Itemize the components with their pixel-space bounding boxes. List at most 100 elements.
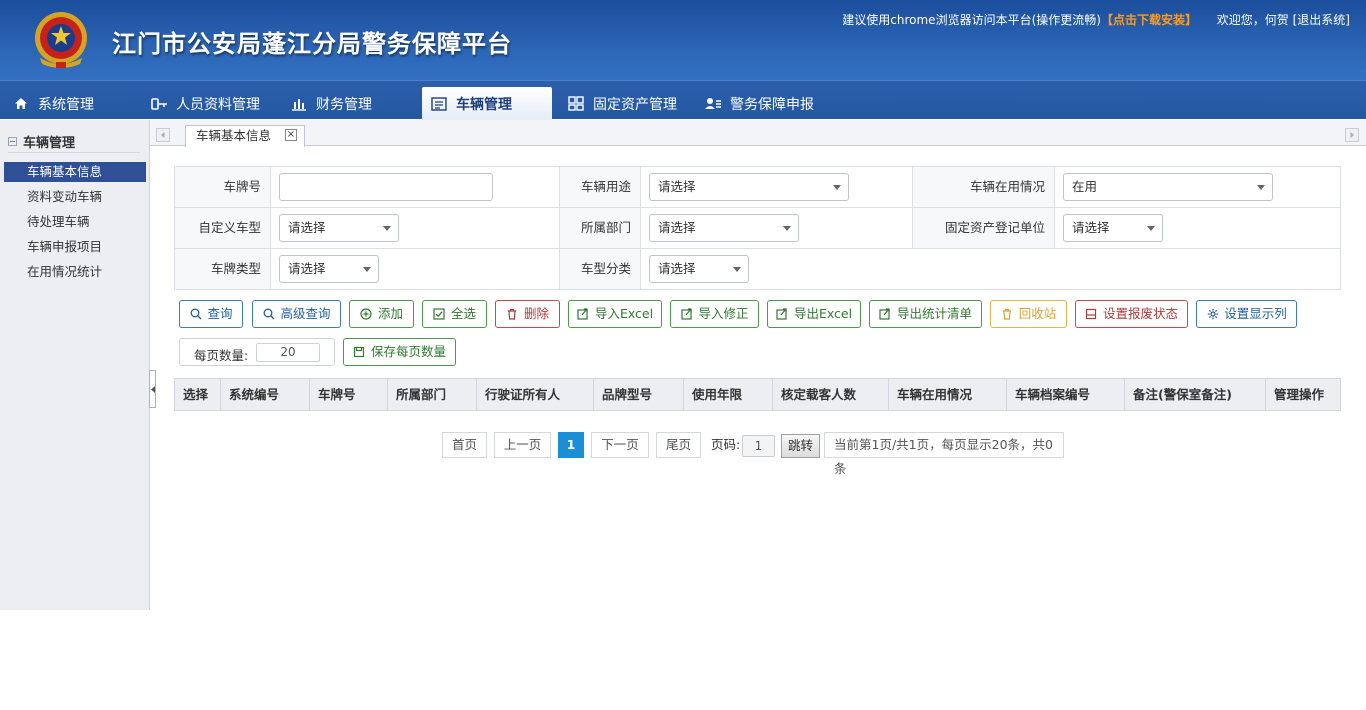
save-page-size-button[interactable]: 保存每页数量: [343, 338, 456, 366]
column-header[interactable]: 系统编号: [221, 379, 310, 410]
import-fix-button[interactable]: 导入修正: [670, 300, 759, 328]
column-header[interactable]: 核定载客人数: [773, 379, 889, 410]
logout-link[interactable]: [退出系统]: [1293, 13, 1350, 27]
import-icon: [577, 308, 590, 321]
search-icon: [189, 308, 202, 321]
advanced-query-button[interactable]: 高级查询: [252, 300, 341, 328]
select-value: 请选择: [658, 220, 696, 235]
chevron-down-icon: [733, 267, 741, 272]
dept-select[interactable]: 请选择: [649, 214, 799, 242]
nav-item-personnel[interactable]: 人员资料管理: [150, 87, 260, 120]
home-icon: [12, 95, 30, 113]
column-header[interactable]: 备注(警保室备注): [1125, 379, 1266, 410]
nav-item-vehicle[interactable]: 车辆管理: [422, 87, 552, 120]
export-icon: [879, 308, 892, 321]
sidebar-title[interactable]: 车辆管理: [8, 132, 75, 151]
select-value: 请选择: [288, 220, 326, 235]
tab-scroll-right-button[interactable]: [1345, 128, 1359, 142]
column-header[interactable]: 所属部门: [388, 379, 477, 410]
first-page-button[interactable]: 首页: [442, 432, 487, 458]
sidebar-title-label: 车辆管理: [23, 136, 76, 151]
nav-item-system[interactable]: 系统管理: [12, 87, 94, 120]
set-columns-button[interactable]: 设置显示列: [1196, 300, 1297, 328]
arrow-right-icon: [1350, 132, 1354, 138]
jump-button[interactable]: 跳转: [781, 434, 820, 458]
model-class-select[interactable]: 请选择: [649, 255, 749, 283]
police-emblem-logo: [35, 12, 87, 68]
export-excel-button[interactable]: 导出Excel: [767, 300, 861, 328]
grid-icon: [567, 95, 585, 113]
prev-page-button[interactable]: 上一页: [494, 432, 551, 458]
select-value: 请选择: [658, 261, 696, 276]
dept-label: 所属部门: [560, 208, 641, 248]
button-label: 高级查询: [280, 306, 331, 321]
column-header[interactable]: 使用年限: [684, 379, 773, 410]
nav-item-finance[interactable]: 财务管理: [290, 87, 372, 120]
nav-item-police-support[interactable]: 警务保障申报: [704, 87, 814, 120]
last-page-button[interactable]: 尾页: [656, 432, 701, 458]
model-class-label: 车型分类: [560, 249, 641, 289]
button-label: 导入修正: [698, 306, 749, 321]
column-header[interactable]: 管理操作: [1266, 379, 1340, 410]
button-label: 设置报废状态: [1102, 306, 1178, 321]
column-header[interactable]: 车辆在用情况: [889, 379, 1007, 410]
current-page-button[interactable]: 1: [558, 432, 584, 458]
plate-type-select[interactable]: 请选择: [279, 255, 379, 283]
pagination-info: 当前第1页/共1页，每页显示20条，共0条: [824, 432, 1064, 476]
browser-notice: 建议使用chrome浏览器访问本平台(操作更流畅): [842, 13, 1101, 27]
tab-bar: 车辆基本信息 ×: [150, 120, 1366, 147]
plate-type-label: 车牌类型: [175, 249, 271, 289]
query-button[interactable]: 查询: [179, 300, 243, 328]
header: 江门市公安局蓬江分局警务保障平台 建议使用chrome浏览器访问本平台(操作更流…: [0, 0, 1366, 80]
tab-scroll-left-button[interactable]: [156, 128, 170, 142]
select-all-button[interactable]: 全选: [422, 300, 487, 328]
custom-type-select[interactable]: 请选择: [279, 214, 399, 242]
column-header[interactable]: 车牌号: [310, 379, 388, 410]
sidebar-item-declaration-items[interactable]: 车辆申报项目: [4, 237, 146, 257]
sidebar-item-pending-vehicles[interactable]: 待处理车辆: [4, 212, 146, 232]
nav-item-fixed-assets[interactable]: 固定资产管理: [567, 87, 677, 120]
usage-label: 车辆用途: [560, 167, 641, 207]
next-page-button[interactable]: 下一页: [591, 432, 649, 458]
download-link[interactable]: 【点击下载安装】: [1101, 13, 1197, 27]
page-size-input[interactable]: 20: [256, 343, 320, 362]
plate-no-input[interactable]: [279, 173, 493, 201]
column-header[interactable]: 品牌型号: [594, 379, 684, 410]
button-label: 导出Excel: [793, 306, 853, 321]
dept-cell: 请选择: [641, 208, 913, 248]
main-nav: 系统管理 人员资料管理 财务管理 车辆管理 固定资产管理 警务保障申报: [0, 80, 1366, 120]
user-card-icon: [704, 95, 722, 113]
column-header[interactable]: 行驶证所有人: [477, 379, 594, 410]
chevron-down-icon: [783, 226, 791, 231]
model-class-cell: 请选择: [641, 249, 1341, 289]
plate-no-label: 车牌号: [175, 167, 271, 207]
plate-type-cell: 请选择: [271, 249, 560, 289]
usage-select[interactable]: 请选择: [649, 173, 849, 201]
add-button[interactable]: 添加: [349, 300, 414, 328]
recycle-bin-button[interactable]: 回收站: [990, 300, 1067, 328]
export-stats-button[interactable]: 导出统计清单: [869, 300, 982, 328]
sidebar: 车辆管理 车辆基本信息 资料变动车辆 待处理车辆 车辆申报项目 在用情况统计: [0, 120, 150, 610]
tab-close-button[interactable]: ×: [285, 129, 297, 141]
column-header[interactable]: 选择: [175, 379, 221, 410]
status-select[interactable]: 在用: [1063, 173, 1273, 201]
asset-unit-select[interactable]: 请选择: [1063, 214, 1163, 242]
import-excel-button[interactable]: 导入Excel: [568, 300, 662, 328]
sidebar-item-changed-vehicles[interactable]: 资料变动车辆: [4, 187, 146, 207]
sidebar-item-vehicle-info[interactable]: 车辆基本信息: [4, 162, 146, 182]
sidebar-collapse-handle[interactable]: [149, 370, 156, 408]
column-header[interactable]: 车辆档案编号: [1007, 379, 1125, 410]
import-icon: [680, 308, 693, 321]
set-scrap-button[interactable]: 设置报废状态: [1075, 300, 1188, 328]
sidebar-item-usage-stats[interactable]: 在用情况统计: [4, 262, 146, 282]
page-number-input[interactable]: 1: [742, 435, 775, 457]
plus-circle-icon: [360, 308, 373, 321]
nav-label: 财务管理: [316, 96, 372, 113]
button-label: 保存每页数量: [370, 344, 446, 359]
asset-unit-cell: 请选择: [1055, 208, 1341, 248]
chevron-down-icon: [363, 267, 371, 272]
search-icon: [262, 308, 275, 321]
collapse-icon: [8, 137, 17, 146]
delete-button[interactable]: 删除: [495, 300, 560, 328]
top-status-bar: 建议使用chrome浏览器访问本平台(操作更流畅)【点击下载安装】 欢迎您，何贺…: [842, 11, 1350, 28]
